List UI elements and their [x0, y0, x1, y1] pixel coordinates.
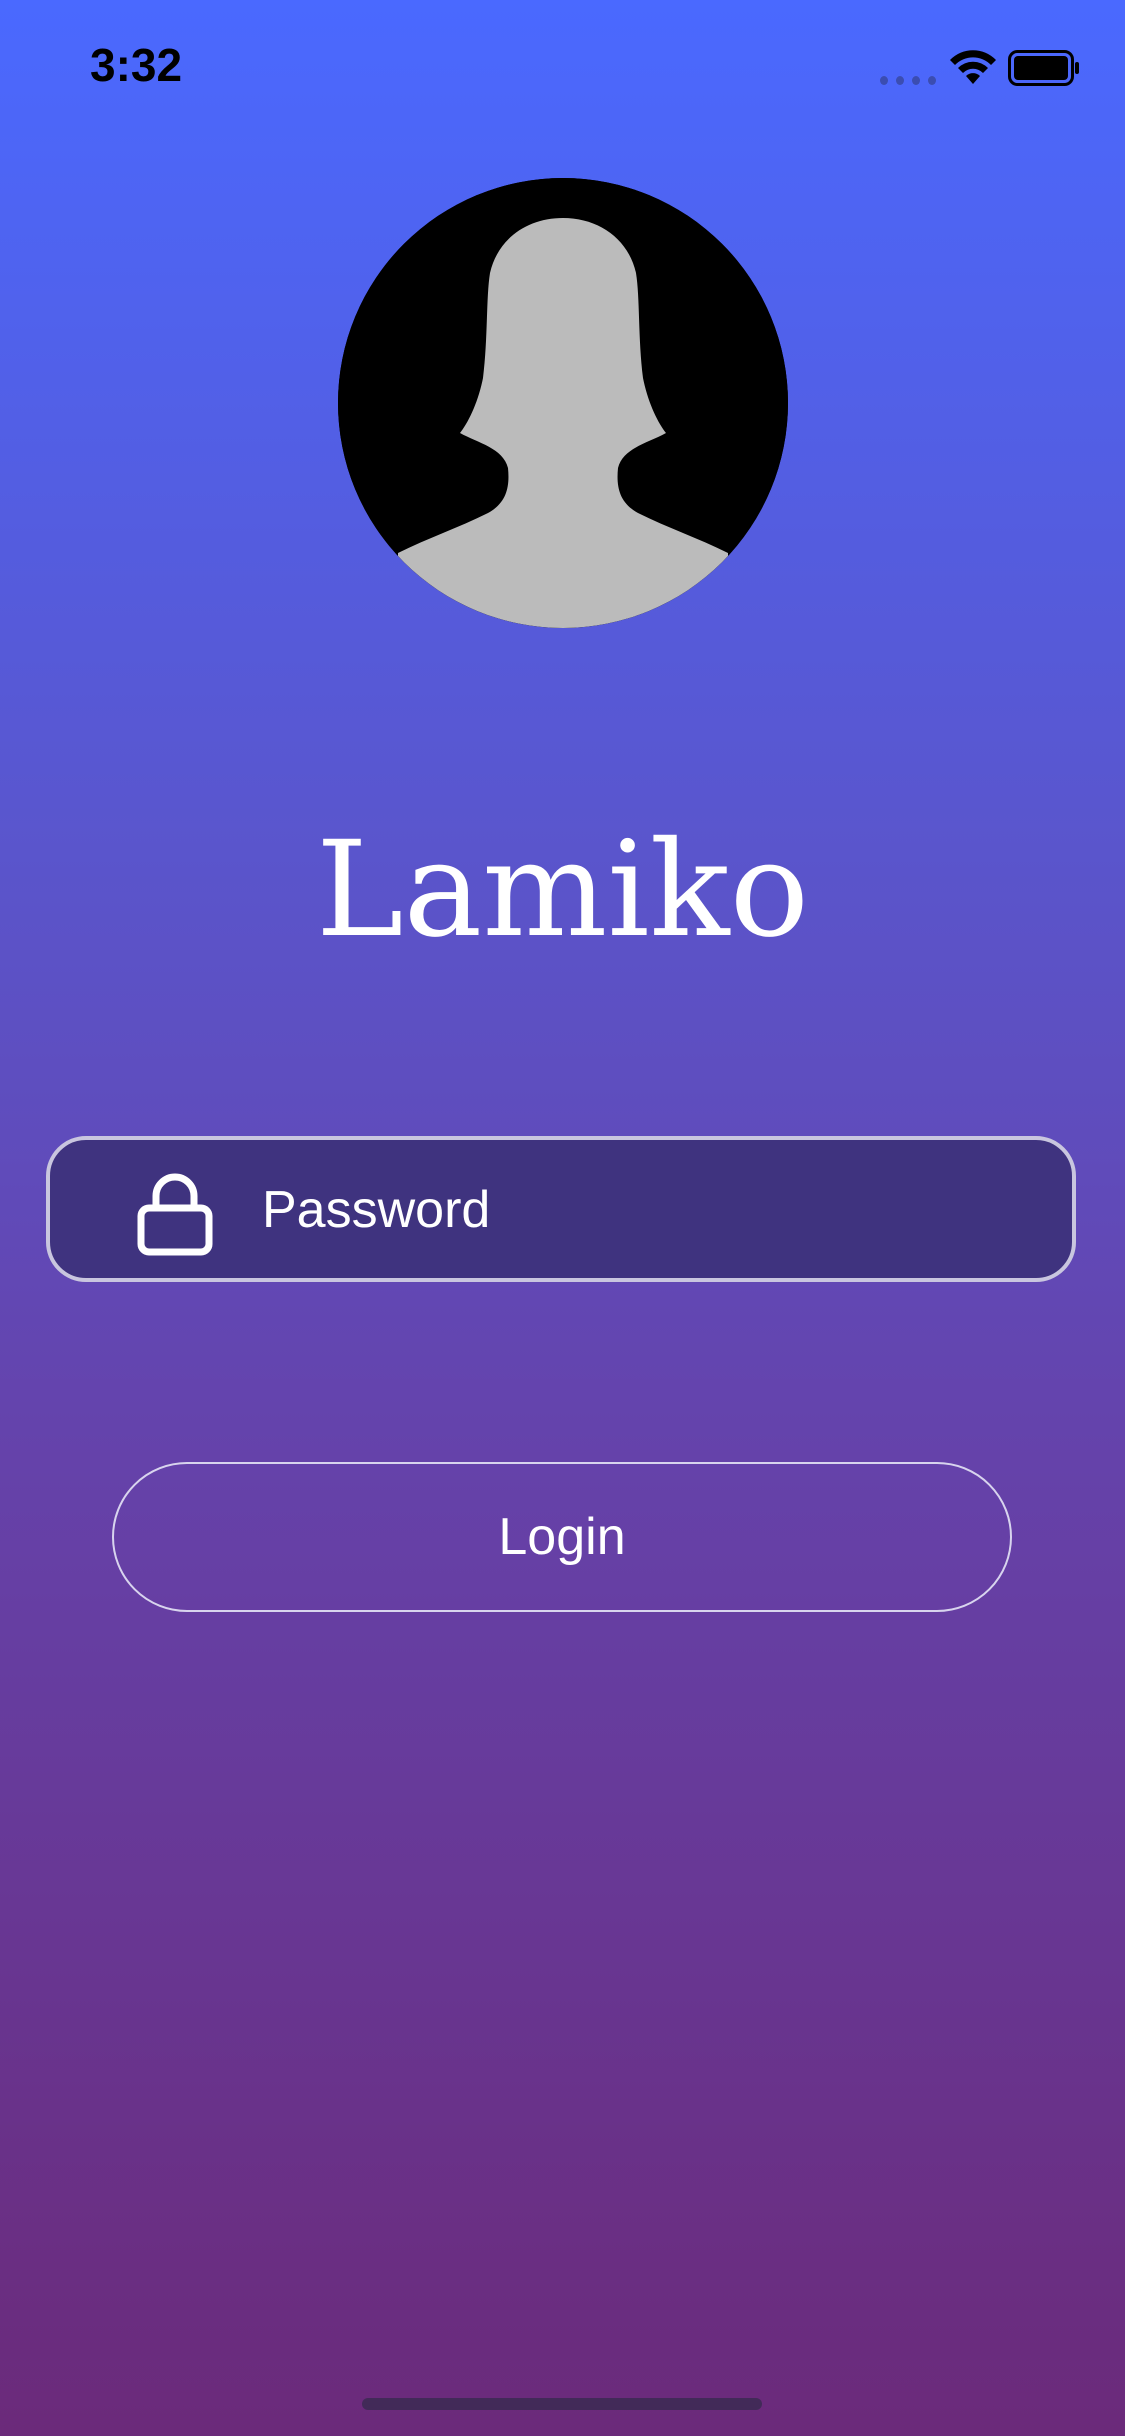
status-bar: 3:32	[0, 0, 1125, 140]
avatar	[338, 178, 788, 628]
password-field[interactable]	[46, 1136, 1076, 1282]
home-indicator[interactable]	[362, 2398, 762, 2410]
battery-icon	[1008, 50, 1079, 86]
signal-icon	[880, 72, 936, 88]
login-button[interactable]: Login	[112, 1462, 1012, 1612]
app-title: Lamiko	[315, 813, 810, 967]
status-time: 3:32	[90, 39, 183, 91]
wifi-icon	[950, 50, 996, 84]
lock-icon	[137, 1173, 213, 1256]
user-silhouette-icon	[338, 178, 788, 628]
password-input[interactable]	[262, 1162, 1042, 1258]
